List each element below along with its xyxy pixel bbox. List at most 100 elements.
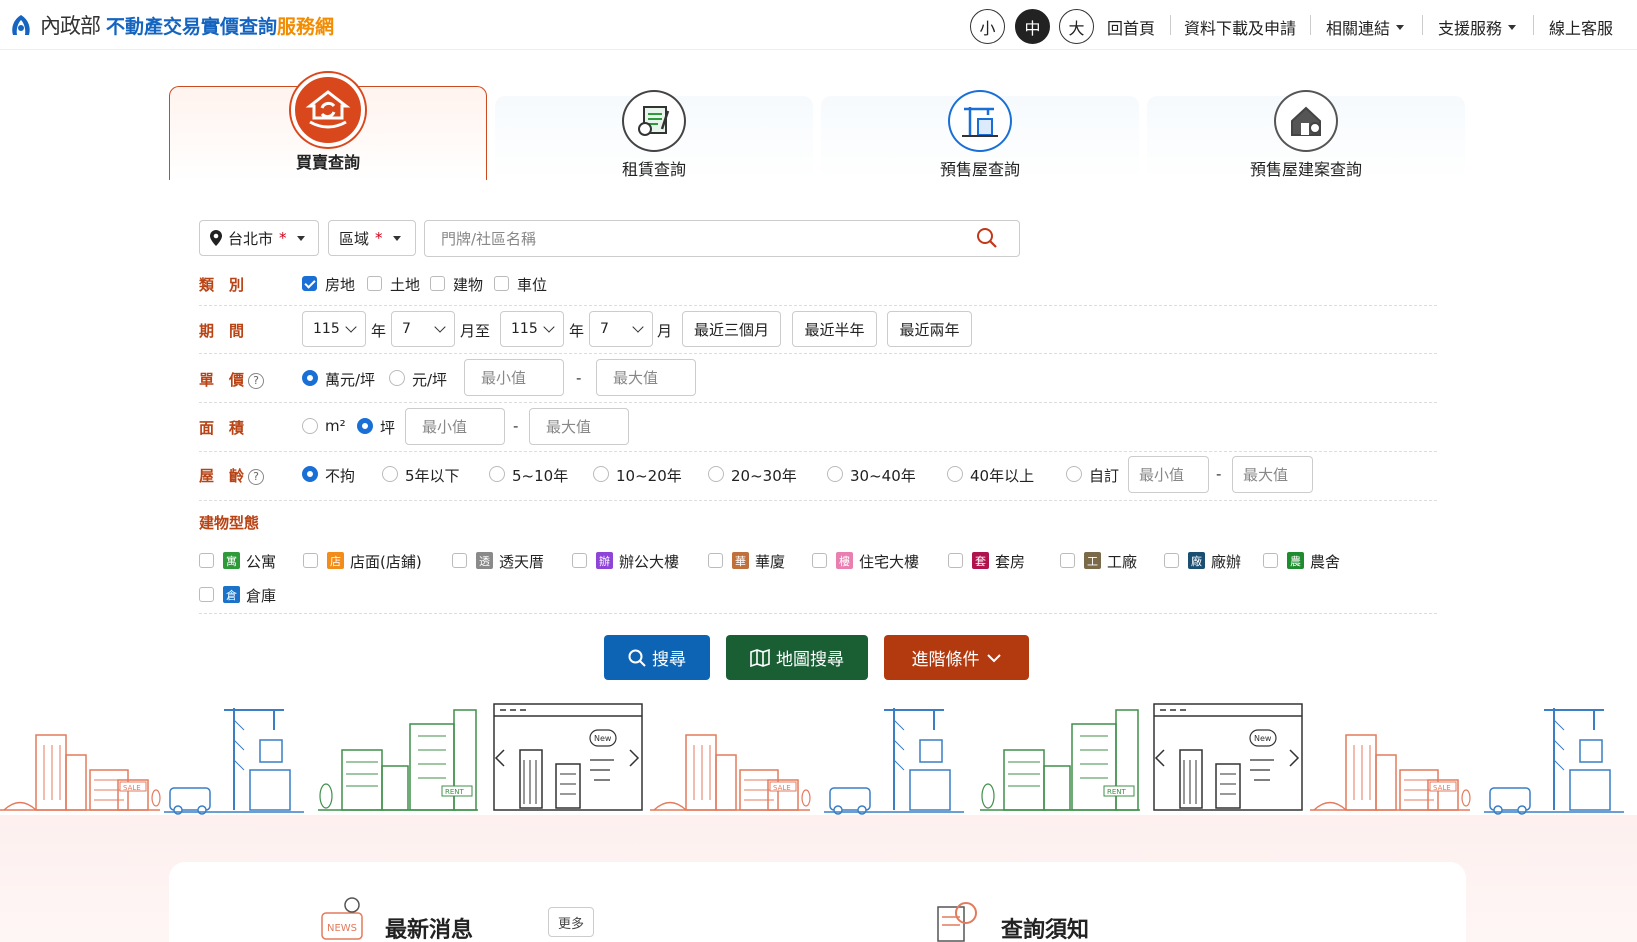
- svg-text:NEWS: NEWS: [327, 923, 357, 934]
- location-pin-icon: [210, 230, 222, 246]
- building-type-checkbox[interactable]: [1164, 553, 1179, 568]
- building-type-badge: 農: [1287, 552, 1304, 569]
- nav-divider: [1310, 15, 1311, 35]
- row-divider: [199, 451, 1437, 452]
- news-title: 最新消息: [385, 918, 474, 942]
- help-icon[interactable]: ?: [248, 468, 265, 485]
- site-header: 內政部 不動產交易實價查詢 服務網 小 中 大 回首頁 資料下載及申請 相關連結 …: [0, 0, 1637, 50]
- age-min-input[interactable]: [1128, 456, 1209, 493]
- area-sqm-radio[interactable]: [302, 418, 318, 434]
- building-type-badge: 辦: [596, 552, 613, 569]
- unit-price-yuan-radio[interactable]: [389, 370, 405, 386]
- building-type-label: 建物型態: [199, 514, 260, 532]
- age-30-40-radio[interactable]: [827, 466, 843, 482]
- category-building-checkbox[interactable]: [430, 276, 445, 291]
- area-min-input[interactable]: [405, 408, 505, 445]
- search-icon[interactable]: [976, 227, 998, 249]
- start-year-select[interactable]: 115: [302, 311, 366, 347]
- age-10-20-radio[interactable]: [593, 466, 609, 482]
- building-type-checkbox[interactable]: [812, 553, 827, 568]
- row-divider: [199, 305, 1437, 306]
- row-divider: [199, 353, 1437, 354]
- tab-sale[interactable]: 買賣查詢: [169, 73, 487, 180]
- category-parking-checkbox[interactable]: [494, 276, 509, 291]
- end-year-select[interactable]: 115: [500, 311, 564, 347]
- age-over-40-radio[interactable]: [947, 466, 963, 482]
- age-5-10-radio[interactable]: [489, 466, 505, 482]
- advanced-conditions-button[interactable]: 進階條件: [884, 635, 1029, 680]
- font-size-small-button[interactable]: 小: [970, 9, 1005, 44]
- building-type-checkbox[interactable]: [303, 553, 318, 568]
- site-logo[interactable]: 內政部 不動產交易實價查詢 服務網: [8, 9, 334, 41]
- tab-rent[interactable]: 租賃查詢: [495, 90, 813, 180]
- category-land-checkbox[interactable]: [367, 276, 382, 291]
- range-separator: -: [1216, 465, 1222, 483]
- chevron-down-icon: [986, 653, 1001, 662]
- area-unit-label: 坪: [380, 419, 396, 437]
- preset-half-year-button[interactable]: 最近半年: [792, 311, 877, 347]
- age-option-label: 不拘: [325, 467, 356, 485]
- nav-divider: [1170, 15, 1171, 35]
- age-any-radio[interactable]: [302, 466, 318, 482]
- age-custom-radio[interactable]: [1066, 466, 1082, 482]
- building-type-badge: 華: [732, 552, 749, 569]
- building-type-checkbox[interactable]: [1060, 553, 1075, 568]
- unit-price-max-input[interactable]: [596, 359, 696, 396]
- nav-home[interactable]: 回首頁: [1107, 15, 1155, 39]
- building-type-label: 公寓: [246, 553, 277, 571]
- building-type-label: 倉庫: [246, 587, 277, 605]
- district-select[interactable]: 區域 *: [328, 220, 416, 256]
- tab-presale-project[interactable]: 預售屋建案查詢: [1147, 90, 1465, 180]
- start-month-select[interactable]: 7: [391, 311, 455, 347]
- preset-two-years-button[interactable]: 最近兩年: [887, 311, 972, 347]
- tab-presale-project-label: 預售屋建案查詢: [1249, 160, 1362, 179]
- building-type-label: 透天厝: [499, 553, 545, 571]
- age-under-5-radio[interactable]: [382, 466, 398, 482]
- building-type-checkbox[interactable]: [199, 553, 214, 568]
- category-label: 類 別: [199, 276, 245, 294]
- font-size-medium-button[interactable]: 中: [1015, 9, 1050, 44]
- category-house-land-checkbox[interactable]: [302, 276, 317, 291]
- tab-presale[interactable]: 預售屋查詢: [821, 90, 1139, 180]
- building-type-badge: 店: [327, 552, 344, 569]
- nav-download[interactable]: 資料下載及申請: [1184, 15, 1296, 39]
- unit-price-wan-radio[interactable]: [302, 370, 318, 386]
- unit-price-min-input[interactable]: [464, 359, 564, 396]
- age-max-input[interactable]: [1232, 456, 1313, 493]
- nav-online-service[interactable]: 線上客服: [1549, 15, 1613, 39]
- year-unit: 年: [371, 322, 387, 340]
- building-type-checkbox[interactable]: [948, 553, 963, 568]
- area-ping-radio[interactable]: [357, 418, 373, 434]
- nav-related-links[interactable]: 相關連結: [1326, 15, 1405, 39]
- range-separator: -: [576, 369, 582, 387]
- search-button[interactable]: 搜尋: [604, 635, 710, 680]
- building-type-checkbox[interactable]: [452, 553, 467, 568]
- building-type-checkbox[interactable]: [708, 553, 723, 568]
- age-option-label: 自訂: [1089, 467, 1120, 485]
- help-icon[interactable]: ?: [248, 372, 265, 389]
- area-max-input[interactable]: [529, 408, 629, 445]
- city-select[interactable]: 台北市 *: [199, 220, 319, 256]
- building-type-checkbox[interactable]: [199, 587, 214, 602]
- building-type-badge: 倉: [223, 586, 240, 603]
- start-year-value: 115: [313, 321, 340, 337]
- rent-document-icon: [622, 90, 686, 152]
- nav-support[interactable]: 支援服務: [1438, 15, 1517, 39]
- address-search-input[interactable]: [424, 220, 1020, 257]
- news-icon: NEWS: [321, 897, 363, 940]
- building-type-checkbox[interactable]: [1263, 553, 1278, 568]
- end-year-value: 115: [511, 321, 538, 337]
- required-mark: *: [279, 229, 287, 247]
- news-more-button[interactable]: 更多: [548, 907, 594, 937]
- building-type-label: 華廈: [755, 553, 786, 571]
- font-size-large-button[interactable]: 大: [1059, 9, 1094, 44]
- age-option-label: 10~20年: [616, 467, 682, 485]
- map-search-button[interactable]: 地圖搜尋: [726, 635, 868, 680]
- building-type-checkbox[interactable]: [572, 553, 587, 568]
- end-month-select[interactable]: 7: [589, 311, 653, 347]
- nav-online-service-label: 線上客服: [1549, 19, 1614, 38]
- preset-three-months-button[interactable]: 最近三個月: [682, 311, 781, 347]
- building-type-label: 辦公大樓: [619, 553, 680, 571]
- age-20-30-radio[interactable]: [708, 466, 724, 482]
- category-option-label: 車位: [517, 276, 548, 294]
